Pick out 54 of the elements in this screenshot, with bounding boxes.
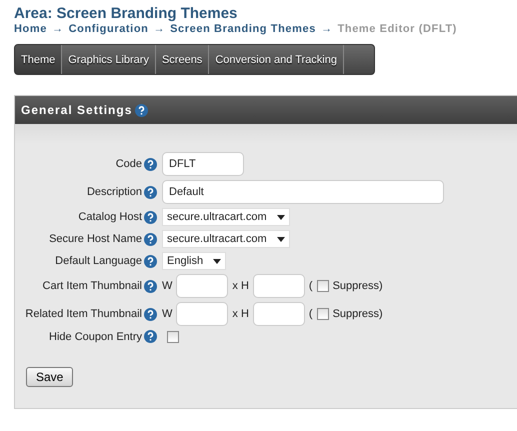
field-label: Cart Item Thumbnail: [42, 280, 142, 292]
width-label: W: [162, 308, 172, 320]
field-label: Hide Coupon Entry: [49, 330, 142, 342]
checkbox[interactable]: [167, 330, 179, 342]
width-label: W: [162, 280, 172, 292]
field-label: Catalog Host: [78, 211, 142, 223]
height-label: x H: [232, 280, 249, 292]
help-icon[interactable]: [144, 186, 157, 198]
text-field[interactable]: DFLT: [162, 152, 244, 176]
breadcrumb-separator: →: [52, 23, 64, 35]
help-icon[interactable]: [144, 308, 157, 320]
breadcrumb-separator: →: [320, 23, 333, 35]
field-label: Related Item Thumbnail: [25, 308, 142, 320]
area-title: Area: Screen Branding Themes: [14, 5, 238, 22]
help-icon[interactable]: [144, 280, 157, 292]
paren-text: (: [308, 308, 313, 320]
dropdown[interactable]: English: [162, 252, 226, 270]
caret-icon: [276, 214, 285, 220]
field-label: Code: [116, 158, 142, 170]
checkbox[interactable]: [316, 308, 329, 320]
panel-title: General Settings: [21, 103, 132, 117]
field-label: Secure Host Name: [49, 233, 142, 245]
width-field[interactable]: [176, 274, 228, 298]
save-button[interactable]: Save: [26, 367, 74, 387]
help-icon[interactable]: [144, 158, 157, 170]
text-field[interactable]: Default: [162, 180, 444, 204]
tab[interactable]: Theme: [15, 45, 62, 74]
tab[interactable]: Screens: [156, 45, 210, 74]
tab[interactable]: Graphics Library: [62, 45, 156, 74]
field-label: Default Language: [55, 255, 142, 267]
help-icon[interactable]: [135, 104, 148, 116]
suppress-label: Suppress): [332, 280, 383, 292]
height-field[interactable]: [252, 302, 305, 326]
tab[interactable]: Conversion and Tracking: [209, 45, 344, 74]
suppress-label: Suppress): [332, 308, 383, 320]
dropdown[interactable]: secure.ultracart.com: [162, 208, 290, 226]
dropdown[interactable]: secure.ultracart.com: [162, 230, 290, 248]
field-label: Description: [86, 186, 142, 198]
help-icon[interactable]: [144, 210, 157, 224]
breadcrumb-link[interactable]: Configuration: [68, 23, 148, 35]
caret-icon: [276, 236, 285, 242]
width-field[interactable]: [176, 302, 228, 326]
breadcrumb-current: Theme Editor (DFLT): [338, 23, 457, 35]
help-icon[interactable]: [144, 330, 157, 343]
paren-text: (: [308, 280, 313, 292]
height-field[interactable]: [252, 274, 305, 298]
caret-icon: [213, 258, 222, 264]
breadcrumb-link[interactable]: Screen Branding Themes: [170, 23, 316, 35]
checkbox[interactable]: [316, 280, 329, 292]
breadcrumb-separator: →: [153, 23, 166, 35]
help-icon[interactable]: [144, 232, 157, 246]
height-label: x H: [232, 308, 249, 320]
breadcrumb-link[interactable]: Home: [14, 23, 47, 35]
help-icon[interactable]: [144, 254, 157, 268]
